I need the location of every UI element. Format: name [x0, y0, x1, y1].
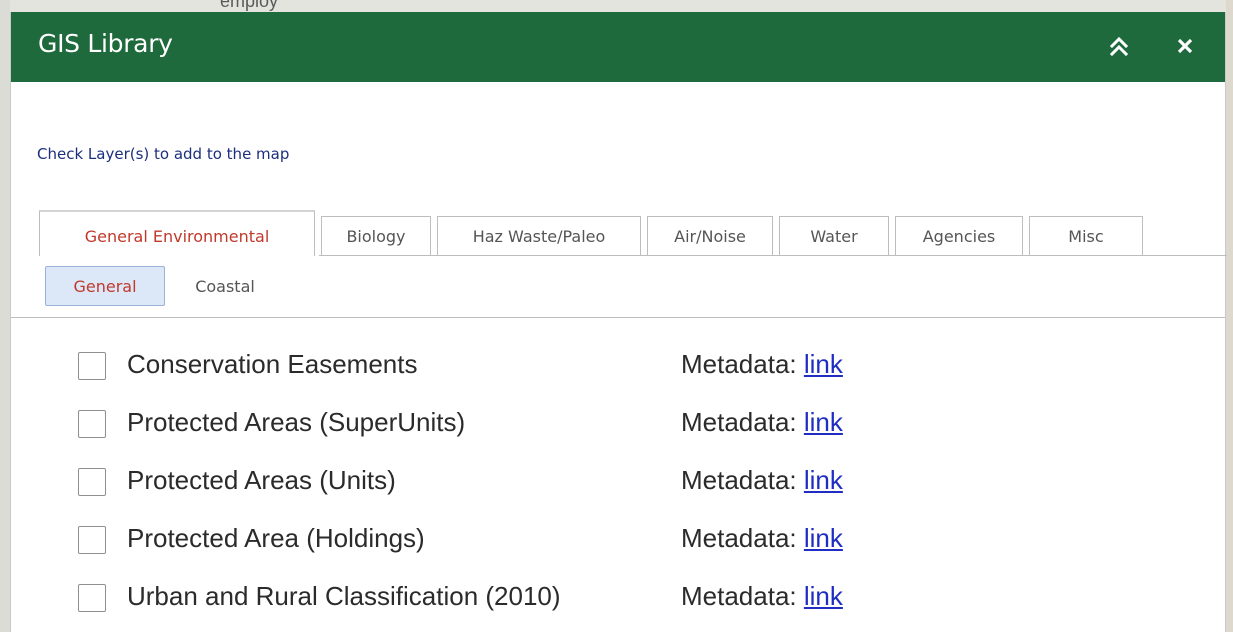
close-button[interactable] [1169, 30, 1201, 62]
panel-title: GIS Library [38, 29, 173, 58]
metadata-field: Metadata: link [681, 349, 843, 380]
metadata-link[interactable]: link [804, 581, 843, 611]
list-item: Urban and Rural Classification (2010) Me… [11, 570, 1225, 628]
list-item: Protected Areas (Units) Metadata: link [11, 454, 1225, 512]
collapse-button[interactable] [1103, 30, 1135, 62]
list-item: Protected Area (Holdings) Metadata: link [11, 512, 1225, 570]
layer-checkbox[interactable] [78, 410, 106, 438]
layer-name: Protected Areas (SuperUnits) [127, 407, 466, 437]
tab-biology[interactable]: Biology [321, 216, 431, 256]
list-item: Protected Areas (SuperUnits) Metadata: l… [11, 396, 1225, 454]
tab-divider [319, 255, 1227, 256]
background-text: employ [220, 0, 279, 11]
metadata-label: Metadata: [681, 523, 797, 553]
metadata-link[interactable]: link [804, 349, 843, 379]
layer-checkbox[interactable] [78, 352, 106, 380]
subtab-divider [11, 317, 1225, 318]
subtab-coastal[interactable]: Coastal [173, 266, 277, 306]
layer-checkbox[interactable] [78, 468, 106, 496]
category-tabs: General Environmental Biology Haz Waste/… [39, 210, 1149, 256]
tab-haz-waste-paleo[interactable]: Haz Waste/Paleo [437, 216, 641, 256]
tab-air-noise[interactable]: Air/Noise [647, 216, 773, 256]
tab-general-environmental[interactable]: General Environmental [39, 210, 315, 256]
layer-name: Protected Area (Holdings) [127, 523, 425, 553]
map-background-top: employ [0, 0, 1233, 12]
layer-checkbox[interactable] [78, 584, 106, 612]
metadata-field: Metadata: link [681, 581, 843, 612]
tab-water[interactable]: Water [779, 216, 889, 256]
metadata-label: Metadata: [681, 407, 797, 437]
layer-checkbox[interactable] [78, 526, 106, 554]
metadata-link[interactable]: link [804, 465, 843, 495]
metadata-link[interactable]: link [804, 523, 843, 553]
double-chevron-up-icon [1109, 36, 1129, 57]
tab-misc[interactable]: Misc [1029, 216, 1143, 256]
metadata-label: Metadata: [681, 349, 797, 379]
metadata-field: Metadata: link [681, 407, 843, 438]
metadata-field: Metadata: link [681, 465, 843, 496]
instruction-text: Check Layer(s) to add to the map [37, 145, 290, 163]
metadata-label: Metadata: [681, 581, 797, 611]
subtab-general[interactable]: General [45, 266, 165, 306]
map-background-right [1226, 0, 1233, 632]
close-icon [1177, 38, 1193, 54]
map-background-left [0, 0, 10, 632]
panel-titlebar: GIS Library [11, 12, 1225, 82]
metadata-link[interactable]: link [804, 407, 843, 437]
metadata-label: Metadata: [681, 465, 797, 495]
layer-name: Protected Areas (Units) [127, 465, 396, 495]
tab-agencies[interactable]: Agencies [895, 216, 1023, 256]
list-item: Conservation Easements Metadata: link [11, 338, 1225, 396]
gis-library-panel: GIS Library Check Layer(s) to add to the… [10, 12, 1227, 632]
sub-tabs: General Coastal [45, 266, 285, 306]
metadata-field: Metadata: link [681, 523, 843, 554]
layer-name: Conservation Easements [127, 349, 418, 379]
layer-name: Urban and Rural Classification (2010) [127, 581, 561, 611]
